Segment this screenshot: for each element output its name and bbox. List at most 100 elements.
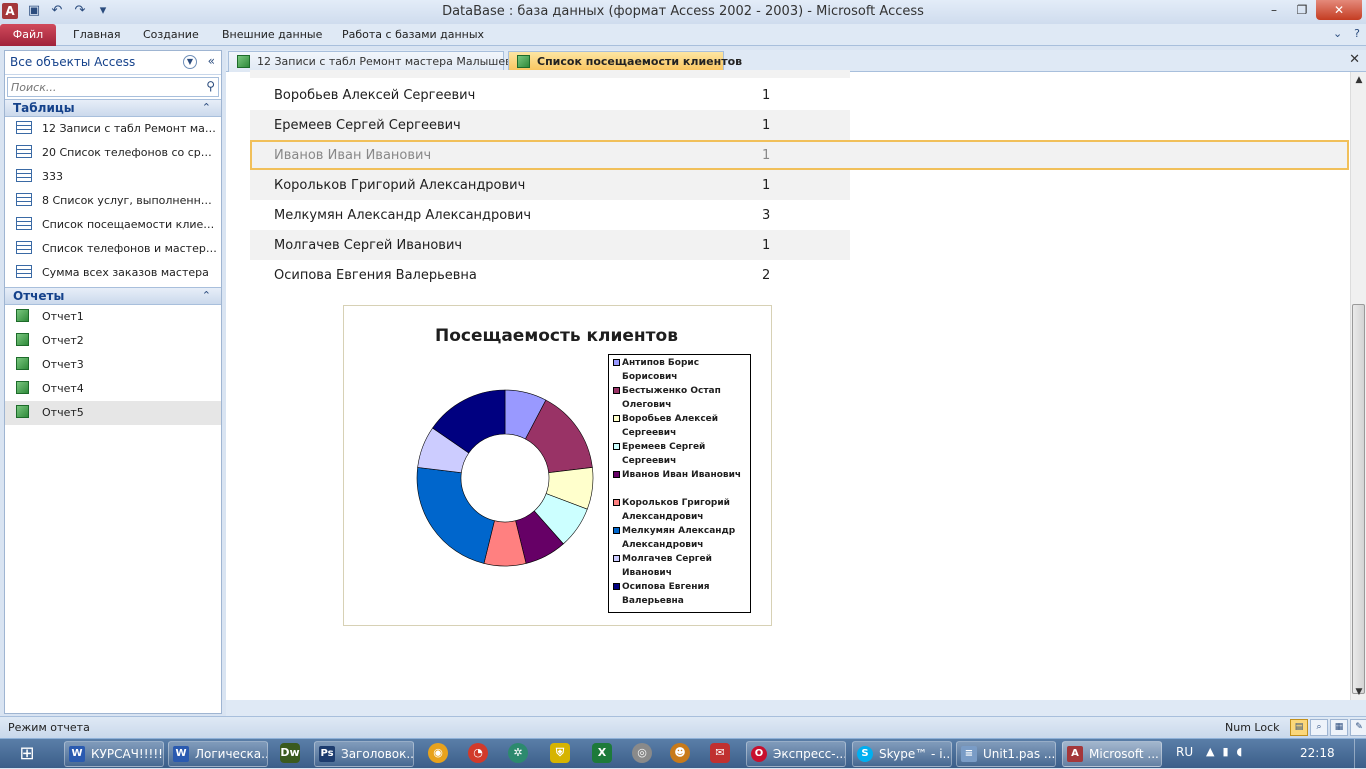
table-icon bbox=[16, 169, 32, 182]
show-desktop-button[interactable] bbox=[1354, 739, 1366, 769]
report-view-icon[interactable]: ▤ bbox=[1290, 719, 1308, 736]
mail-app-icon[interactable]: ✉ bbox=[710, 743, 730, 763]
nav-item-label: Отчет1 bbox=[42, 310, 84, 323]
game-app-icon[interactable]: ☻ bbox=[670, 743, 690, 763]
tray-expand-icon[interactable]: ▲ bbox=[1206, 745, 1214, 758]
group-reports-header[interactable]: Отчеты ⌃ bbox=[5, 287, 221, 305]
excel-icon[interactable]: X bbox=[592, 743, 612, 763]
start-button[interactable]: ⊞ bbox=[10, 742, 44, 766]
taskbar-item[interactable]: S Skype™ - i... bbox=[852, 741, 952, 767]
print-preview-icon[interactable]: ⌕ bbox=[1310, 719, 1328, 736]
nav-item-label: 12 Записи с табл Ремонт масте... bbox=[42, 122, 218, 135]
taskbar-item-active[interactable]: A Microsoft ... bbox=[1062, 741, 1162, 767]
taskbar-item[interactable]: Ps Заголовок... bbox=[314, 741, 414, 767]
nav-search: ⚲ bbox=[7, 77, 219, 97]
vertical-scrollbar[interactable]: ▲ ▼ bbox=[1350, 72, 1366, 700]
legend-label: Антипов Борис Борисович bbox=[622, 358, 700, 382]
nav-item-label: Отчет4 bbox=[42, 382, 84, 395]
maximize-button[interactable]: ❐ bbox=[1288, 0, 1316, 20]
nav-item-report-selected[interactable]: Отчет5 bbox=[5, 401, 221, 425]
volume-icon[interactable]: ◖ bbox=[1237, 745, 1243, 758]
antivirus-icon[interactable]: ◔ bbox=[468, 743, 488, 763]
table-row[interactable]: Мелкумян Александр Александрович 3 bbox=[250, 200, 850, 230]
taskbar-item[interactable]: ≡ Unit1.pas ... bbox=[956, 741, 1056, 767]
taskbar-item[interactable]: O Экспресс-... bbox=[746, 741, 846, 767]
nav-item-report[interactable]: Отчет1 bbox=[5, 305, 221, 329]
nav-item-table[interactable]: 12 Записи с табл Ремонт масте... bbox=[5, 117, 221, 141]
legend-label: Мелкумян Александр bbox=[622, 526, 736, 536]
language-indicator[interactable]: RU bbox=[1176, 745, 1193, 759]
nav-item-table[interactable]: Список посещаемости клиент... bbox=[5, 213, 221, 237]
word-icon: W bbox=[173, 746, 189, 762]
taskbar-item[interactable]: W КУРСАЧ!!!!!!... bbox=[64, 741, 164, 767]
nav-item-report[interactable]: Отчет4 bbox=[5, 377, 221, 401]
media-app-icon[interactable]: ◎ bbox=[632, 743, 652, 763]
legend-label: Бестыженко Остап bbox=[622, 386, 721, 396]
tab-external-data[interactable]: Внешние данные bbox=[222, 24, 322, 46]
status-bar: Режим отчета Num Lock ▤ ⌕ ▦ ✎ bbox=[0, 716, 1366, 738]
scroll-down-icon[interactable]: ▼ bbox=[1351, 684, 1366, 700]
close-document-icon[interactable]: ✕ bbox=[1349, 52, 1360, 67]
search-icon[interactable]: ⚲ bbox=[206, 79, 215, 93]
tab-database-tools[interactable]: Работа с базами данных bbox=[342, 24, 484, 46]
design-view-icon[interactable]: ✎ bbox=[1350, 719, 1366, 736]
tab-file[interactable]: Файл bbox=[0, 24, 56, 46]
tab-home[interactable]: Главная bbox=[73, 24, 121, 46]
group-tables-header[interactable]: Таблицы ⌃ bbox=[5, 99, 221, 117]
nav-title[interactable]: Все объекты Access bbox=[10, 55, 135, 69]
network-app-icon[interactable]: ✲ bbox=[508, 743, 528, 763]
legend-item: Еремеев Сергей Сергеевич bbox=[613, 440, 749, 468]
legend-label: Корольков Григорий bbox=[622, 498, 730, 508]
nav-item-table[interactable]: 20 Список телефонов со срок... bbox=[5, 141, 221, 165]
chart-title: Посещаемость клиентов bbox=[435, 326, 678, 346]
nav-item-report[interactable]: Отчет3 bbox=[5, 353, 221, 377]
chevron-up-icon: ⌃ bbox=[201, 101, 211, 114]
table-row[interactable]: Корольков Григорий Александрович 1 bbox=[250, 170, 850, 200]
nav-item-table[interactable]: Список телефонов и мастеров bbox=[5, 237, 221, 261]
minimize-ribbon-icon[interactable]: ⌄ bbox=[1333, 27, 1342, 40]
help-icon[interactable]: ? bbox=[1354, 27, 1360, 40]
legend-swatch bbox=[613, 583, 620, 590]
table-row[interactable]: Молгачев Сергей Иванович 1 bbox=[250, 230, 850, 260]
client-name: Воробьев Алексей Сергеевич bbox=[274, 88, 476, 103]
table-row[interactable]: Осипова Евгения Валерьевна 2 bbox=[250, 260, 850, 290]
table-row-partial bbox=[250, 70, 850, 78]
taskbar-item[interactable]: W Логическа... bbox=[168, 741, 268, 767]
tab-create[interactable]: Создание bbox=[143, 24, 199, 46]
legend-item: Молгачев Сергей Иванович bbox=[613, 552, 749, 580]
taskbar-clock[interactable]: 22:18 bbox=[1300, 746, 1335, 760]
layout-view-icon[interactable]: ▦ bbox=[1330, 719, 1348, 736]
doc-tab-attendance-report[interactable]: Список посещаемости клиентов bbox=[508, 51, 742, 72]
windows-taskbar: ⊞ W КУРСАЧ!!!!!!... W Логическа... Dw Ps За… bbox=[0, 738, 1366, 769]
table-icon bbox=[16, 121, 32, 134]
minimize-button[interactable]: – bbox=[1260, 0, 1288, 20]
network-signal-icon[interactable]: ▮ bbox=[1222, 745, 1228, 758]
legend-label: Александрович bbox=[622, 512, 704, 522]
scroll-up-icon[interactable]: ▲ bbox=[1351, 72, 1366, 88]
nav-item-table[interactable]: 333 bbox=[5, 165, 221, 189]
close-button[interactable]: ✕ bbox=[1316, 0, 1362, 20]
legend-label: Иванович bbox=[622, 568, 672, 578]
table-row-selected[interactable]: Иванов Иван Иванович 1 bbox=[250, 140, 1349, 170]
legend-swatch bbox=[613, 471, 620, 478]
table-row[interactable]: Еремеев Сергей Сергеевич 1 bbox=[250, 110, 850, 140]
chrome-icon[interactable]: ◉ bbox=[428, 743, 448, 763]
nav-item-table[interactable]: 8 Список услуг, выполненных ... bbox=[5, 189, 221, 213]
report-icon bbox=[16, 333, 29, 346]
client-name: Молгачев Сергей Иванович bbox=[274, 238, 463, 253]
nav-item-table[interactable]: Сумма всех заказов мастера bbox=[5, 261, 221, 285]
attendance-chart[interactable]: Посещаемость клиентов Антипов Борис Бори… bbox=[343, 305, 772, 626]
scroll-thumb[interactable] bbox=[1352, 304, 1365, 694]
legend-swatch bbox=[613, 387, 620, 394]
nav-menu-dropdown-icon[interactable]: ▼ bbox=[183, 55, 197, 69]
donut-chart bbox=[416, 389, 594, 567]
table-row[interactable]: Воробьев Алексей Сергеевич 1 bbox=[250, 80, 850, 110]
shutter-bar-close-icon[interactable]: « bbox=[208, 54, 215, 68]
taskbar-item-label: Unit1.pas ... bbox=[983, 747, 1056, 761]
security-shield-icon[interactable]: ⛨ bbox=[550, 743, 570, 763]
search-input[interactable] bbox=[8, 78, 198, 96]
ribbon-tabs: Файл Главная Создание Внешние данные Раб… bbox=[0, 24, 1366, 46]
nav-item-report[interactable]: Отчет2 bbox=[5, 329, 221, 353]
doc-tab-records-report[interactable]: 12 Записи с табл Ремонт мастера Малышева bbox=[228, 51, 518, 72]
dreamweaver-icon[interactable]: Dw bbox=[280, 743, 300, 763]
